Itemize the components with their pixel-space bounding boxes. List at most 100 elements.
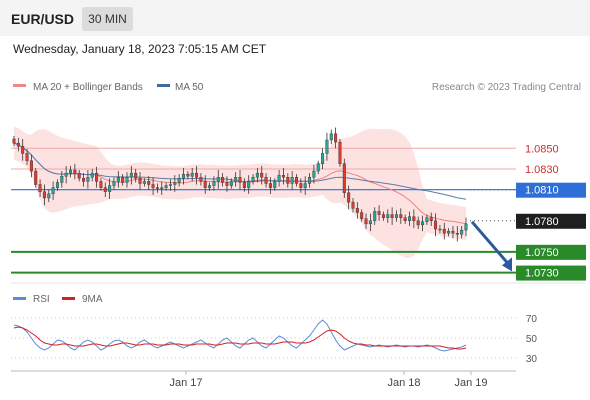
candle-body [138,178,142,184]
candle-body [186,173,190,177]
candle-body [412,216,416,221]
candle-body [116,177,120,182]
candle-body [12,138,16,144]
level-labels: 1.0850 1.0830 1.0810 1.0780 1.0750 1.0730 [516,143,586,281]
legend-swatch-bb [13,84,26,87]
legend-swatch-9ma [62,297,75,300]
candle-body [147,181,151,185]
candle-body [407,216,412,221]
candle-body [195,172,199,178]
candle-body [208,185,212,188]
candle-body [464,223,468,231]
candle-body [212,181,216,186]
candle-body [155,187,159,189]
level-label-1.0810: 1.0810 [525,185,559,197]
candle-body [221,177,225,183]
x-label-jan-17: Jan 17 [169,377,202,389]
candle-body [151,184,155,188]
candle-body [203,181,207,188]
candle-body [312,170,316,178]
candle-body [16,142,20,147]
level-label-1.0830: 1.0830 [525,164,559,176]
candle-body [51,187,55,195]
candle-body [251,177,255,182]
candle-body [21,145,25,154]
candle-body [416,220,420,226]
legend-swatch-rsi [13,297,26,300]
candle-body [373,211,377,221]
candle-body [447,230,451,234]
level-label-1.0780: 1.0780 [525,216,559,228]
candle-body [125,177,129,183]
candle-body [290,177,294,184]
candle-body [25,153,29,161]
candle-body [190,172,194,177]
x-label-jan-19: Jan 19 [454,377,487,389]
candle-body [381,214,385,218]
candle-body [108,185,112,192]
candle-body [173,182,177,185]
level-label-1.0750: 1.0750 [525,247,559,259]
candle-body [42,191,46,199]
candle-body [351,201,355,209]
candle-body [199,177,203,182]
candle-body [303,183,307,188]
candle-body [329,133,333,141]
candle-body [264,177,268,184]
candle-body [242,182,246,188]
candle-body [229,181,233,186]
candle-body [299,183,303,188]
candle-body [334,133,338,143]
candle-body [255,172,259,178]
candle-body [216,177,220,182]
candle-body [34,170,38,185]
candle-body [164,185,168,188]
candle-body [134,172,138,179]
candle-body [281,174,285,178]
legend-bb: MA 20 + Bollinger Bands [33,82,143,93]
candle-body [247,181,251,188]
rsi-panel: 70 50 30 [11,314,537,365]
rsi-tick-50: 50 [526,334,538,345]
candle-body [394,214,398,218]
candle-body [181,173,186,179]
candle-body [160,187,164,189]
candle-body [421,221,425,226]
candle-body [347,192,351,203]
candle-body [429,217,433,221]
candle-body [325,139,329,154]
candle-body [129,172,133,178]
legend-9ma: 9MA [82,294,103,305]
forecast-arrow-line [470,220,509,264]
candle-body [268,183,272,188]
candle-body [38,184,42,192]
level-label-1.0850: 1.0850 [525,143,559,155]
candle-body [234,177,238,182]
forecast-arrow [470,220,512,272]
rsi-tick-30: 30 [526,354,538,365]
candle-body [434,220,438,230]
candle-body [442,228,446,234]
candle-body [294,177,299,184]
candle-body [86,177,90,182]
candle-body [68,169,73,174]
candle-body [386,214,390,218]
candle-body [225,182,229,186]
candle-body [60,176,64,183]
legend-ma50: MA 50 [175,82,204,93]
price-chart: MA 20 + Bollinger Bands MA 50 Research ©… [11,82,586,389]
rsi-tick-70: 70 [526,314,538,325]
candle-body [368,220,372,225]
x-axis-labels: Jan 17 Jan 18 Jan 19 [169,371,488,389]
candle-body [364,218,368,225]
candle-body [29,160,33,172]
candle-body [168,184,172,186]
candle-body [77,172,81,179]
candle-body [260,172,264,178]
candle-body [451,230,455,234]
candle-body [460,229,464,235]
candle-body [399,214,403,218]
legend-swatch-ma50 [157,84,170,87]
legend-rsi: RSI [33,294,50,305]
candle-body [112,181,116,186]
